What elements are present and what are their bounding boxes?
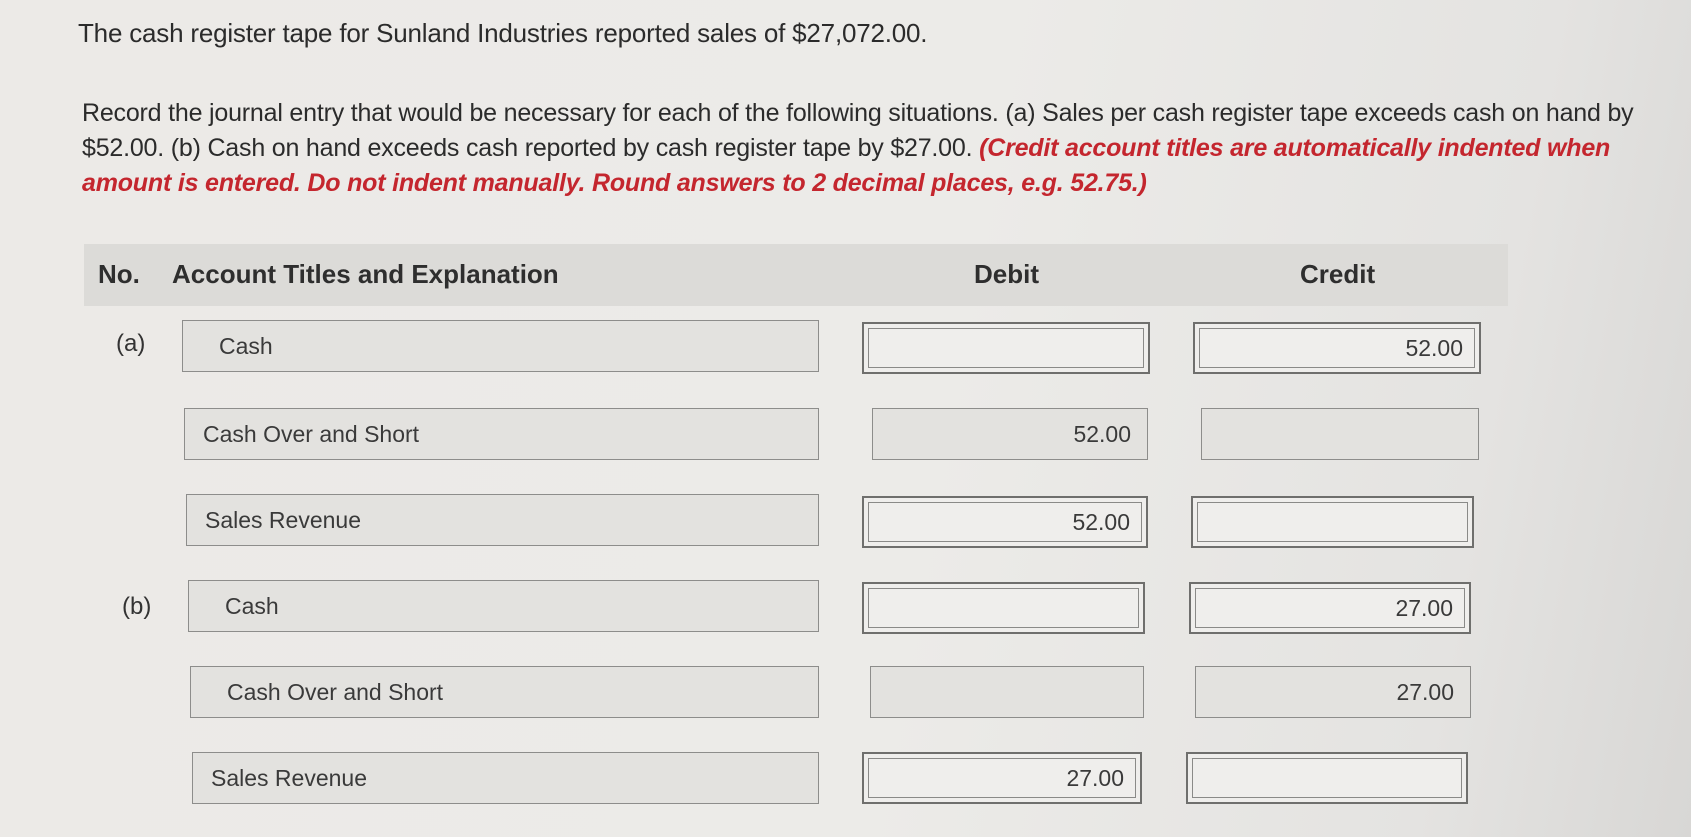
- account-field-b1[interactable]: Cash: [188, 580, 819, 632]
- credit-field-b1[interactable]: 27.00: [1189, 582, 1471, 634]
- entry-label-b: (b): [122, 593, 152, 620]
- credit-field-b3[interactable]: [1186, 752, 1468, 804]
- account-field-a3[interactable]: Sales Revenue: [186, 494, 819, 546]
- header-credit: Credit: [1300, 259, 1376, 289]
- debit-field-a2[interactable]: 52.00: [872, 408, 1148, 460]
- question-instructions: Record the journal entry that would be n…: [82, 96, 1642, 201]
- question-intro: The cash register tape for Sunland Indus…: [78, 18, 928, 48]
- header-no: No.: [98, 259, 140, 289]
- header-account-titles: Account Titles and Explanation: [172, 259, 559, 289]
- account-field-a1[interactable]: Cash: [182, 320, 819, 372]
- question-page: The cash register tape for Sunland Indus…: [0, 0, 1691, 837]
- account-field-b2[interactable]: Cash Over and Short: [190, 666, 819, 718]
- debit-field-a3[interactable]: 52.00: [862, 496, 1148, 548]
- debit-field-a1[interactable]: [862, 322, 1150, 374]
- credit-field-b2[interactable]: 27.00: [1195, 666, 1471, 718]
- account-field-a2[interactable]: Cash Over and Short: [184, 408, 819, 460]
- credit-field-a1[interactable]: 52.00: [1193, 322, 1481, 374]
- credit-field-a2[interactable]: [1201, 408, 1479, 460]
- debit-field-b1[interactable]: [862, 582, 1145, 634]
- debit-field-b3[interactable]: 27.00: [862, 752, 1142, 804]
- account-field-b3[interactable]: Sales Revenue: [192, 752, 819, 804]
- header-debit: Debit: [974, 259, 1039, 289]
- credit-field-a3[interactable]: [1191, 496, 1474, 548]
- debit-field-b2[interactable]: [870, 666, 1144, 718]
- entry-label-a: (a): [116, 330, 146, 357]
- journal-table-header: No. Account Titles and Explanation Debit…: [84, 244, 1508, 306]
